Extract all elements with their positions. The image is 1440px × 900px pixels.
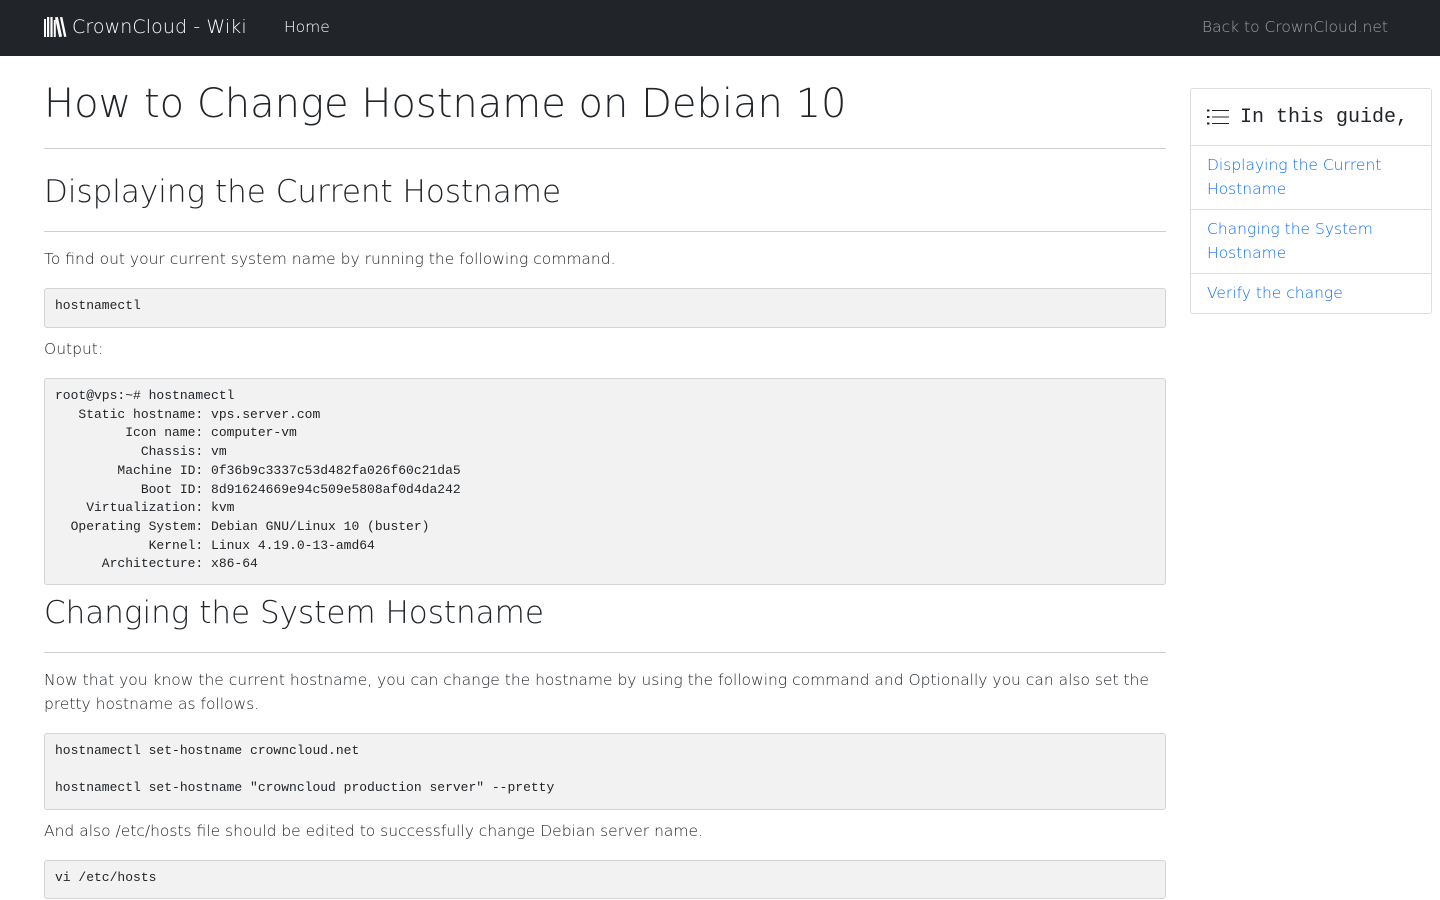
- section-heading-changing: Changing the System Hostname: [44, 594, 1166, 653]
- list-icon: [1207, 109, 1229, 125]
- nav-back-link[interactable]: Back to CrownCloud.net: [1202, 17, 1388, 37]
- code-block-hostnamectl[interactable]: hostnamectl: [44, 288, 1166, 328]
- toc-title: In this guide,: [1240, 105, 1409, 129]
- code-block-vi-hosts[interactable]: vi /etc/hosts: [44, 860, 1166, 899]
- toc-header: In this guide,: [1191, 89, 1431, 146]
- nav-home-link[interactable]: Home: [284, 17, 330, 37]
- brand-text: CrownCloud - Wiki: [72, 16, 247, 38]
- toc-item-verify[interactable]: Verify the change: [1191, 274, 1431, 313]
- section-intro-displaying: To find out your current system name by …: [44, 250, 616, 268]
- page-title: How to Change Hostname on Debian 10: [44, 80, 1166, 149]
- brand-link[interactable]: CrownCloud - Wiki: [44, 13, 247, 41]
- output-label: Output:: [44, 340, 104, 358]
- toc-item-displaying[interactable]: Displaying the Current Hostname: [1191, 146, 1431, 210]
- section-note-hosts: And also /etc/hosts file should be edite…: [44, 822, 703, 840]
- table-of-contents: In this guide, Displaying the Current Ho…: [1190, 88, 1432, 314]
- section-intro-changing: Now that you know the current hostname, …: [44, 671, 1149, 713]
- top-navbar: CrownCloud - Wiki Home Back to CrownClou…: [0, 0, 1440, 56]
- toc-item-changing[interactable]: Changing the System Hostname: [1191, 210, 1431, 274]
- code-block-set-hostname[interactable]: hostnamectl set-hostname crowncloud.net …: [44, 733, 1166, 810]
- section-heading-displaying: Displaying the Current Hostname: [44, 173, 1166, 232]
- books-icon: [44, 17, 67, 37]
- code-block-output[interactable]: root@vps:~# hostnamectl Static hostname:…: [44, 378, 1166, 585]
- article: How to Change Hostname on Debian 10 Disp…: [44, 80, 1166, 899]
